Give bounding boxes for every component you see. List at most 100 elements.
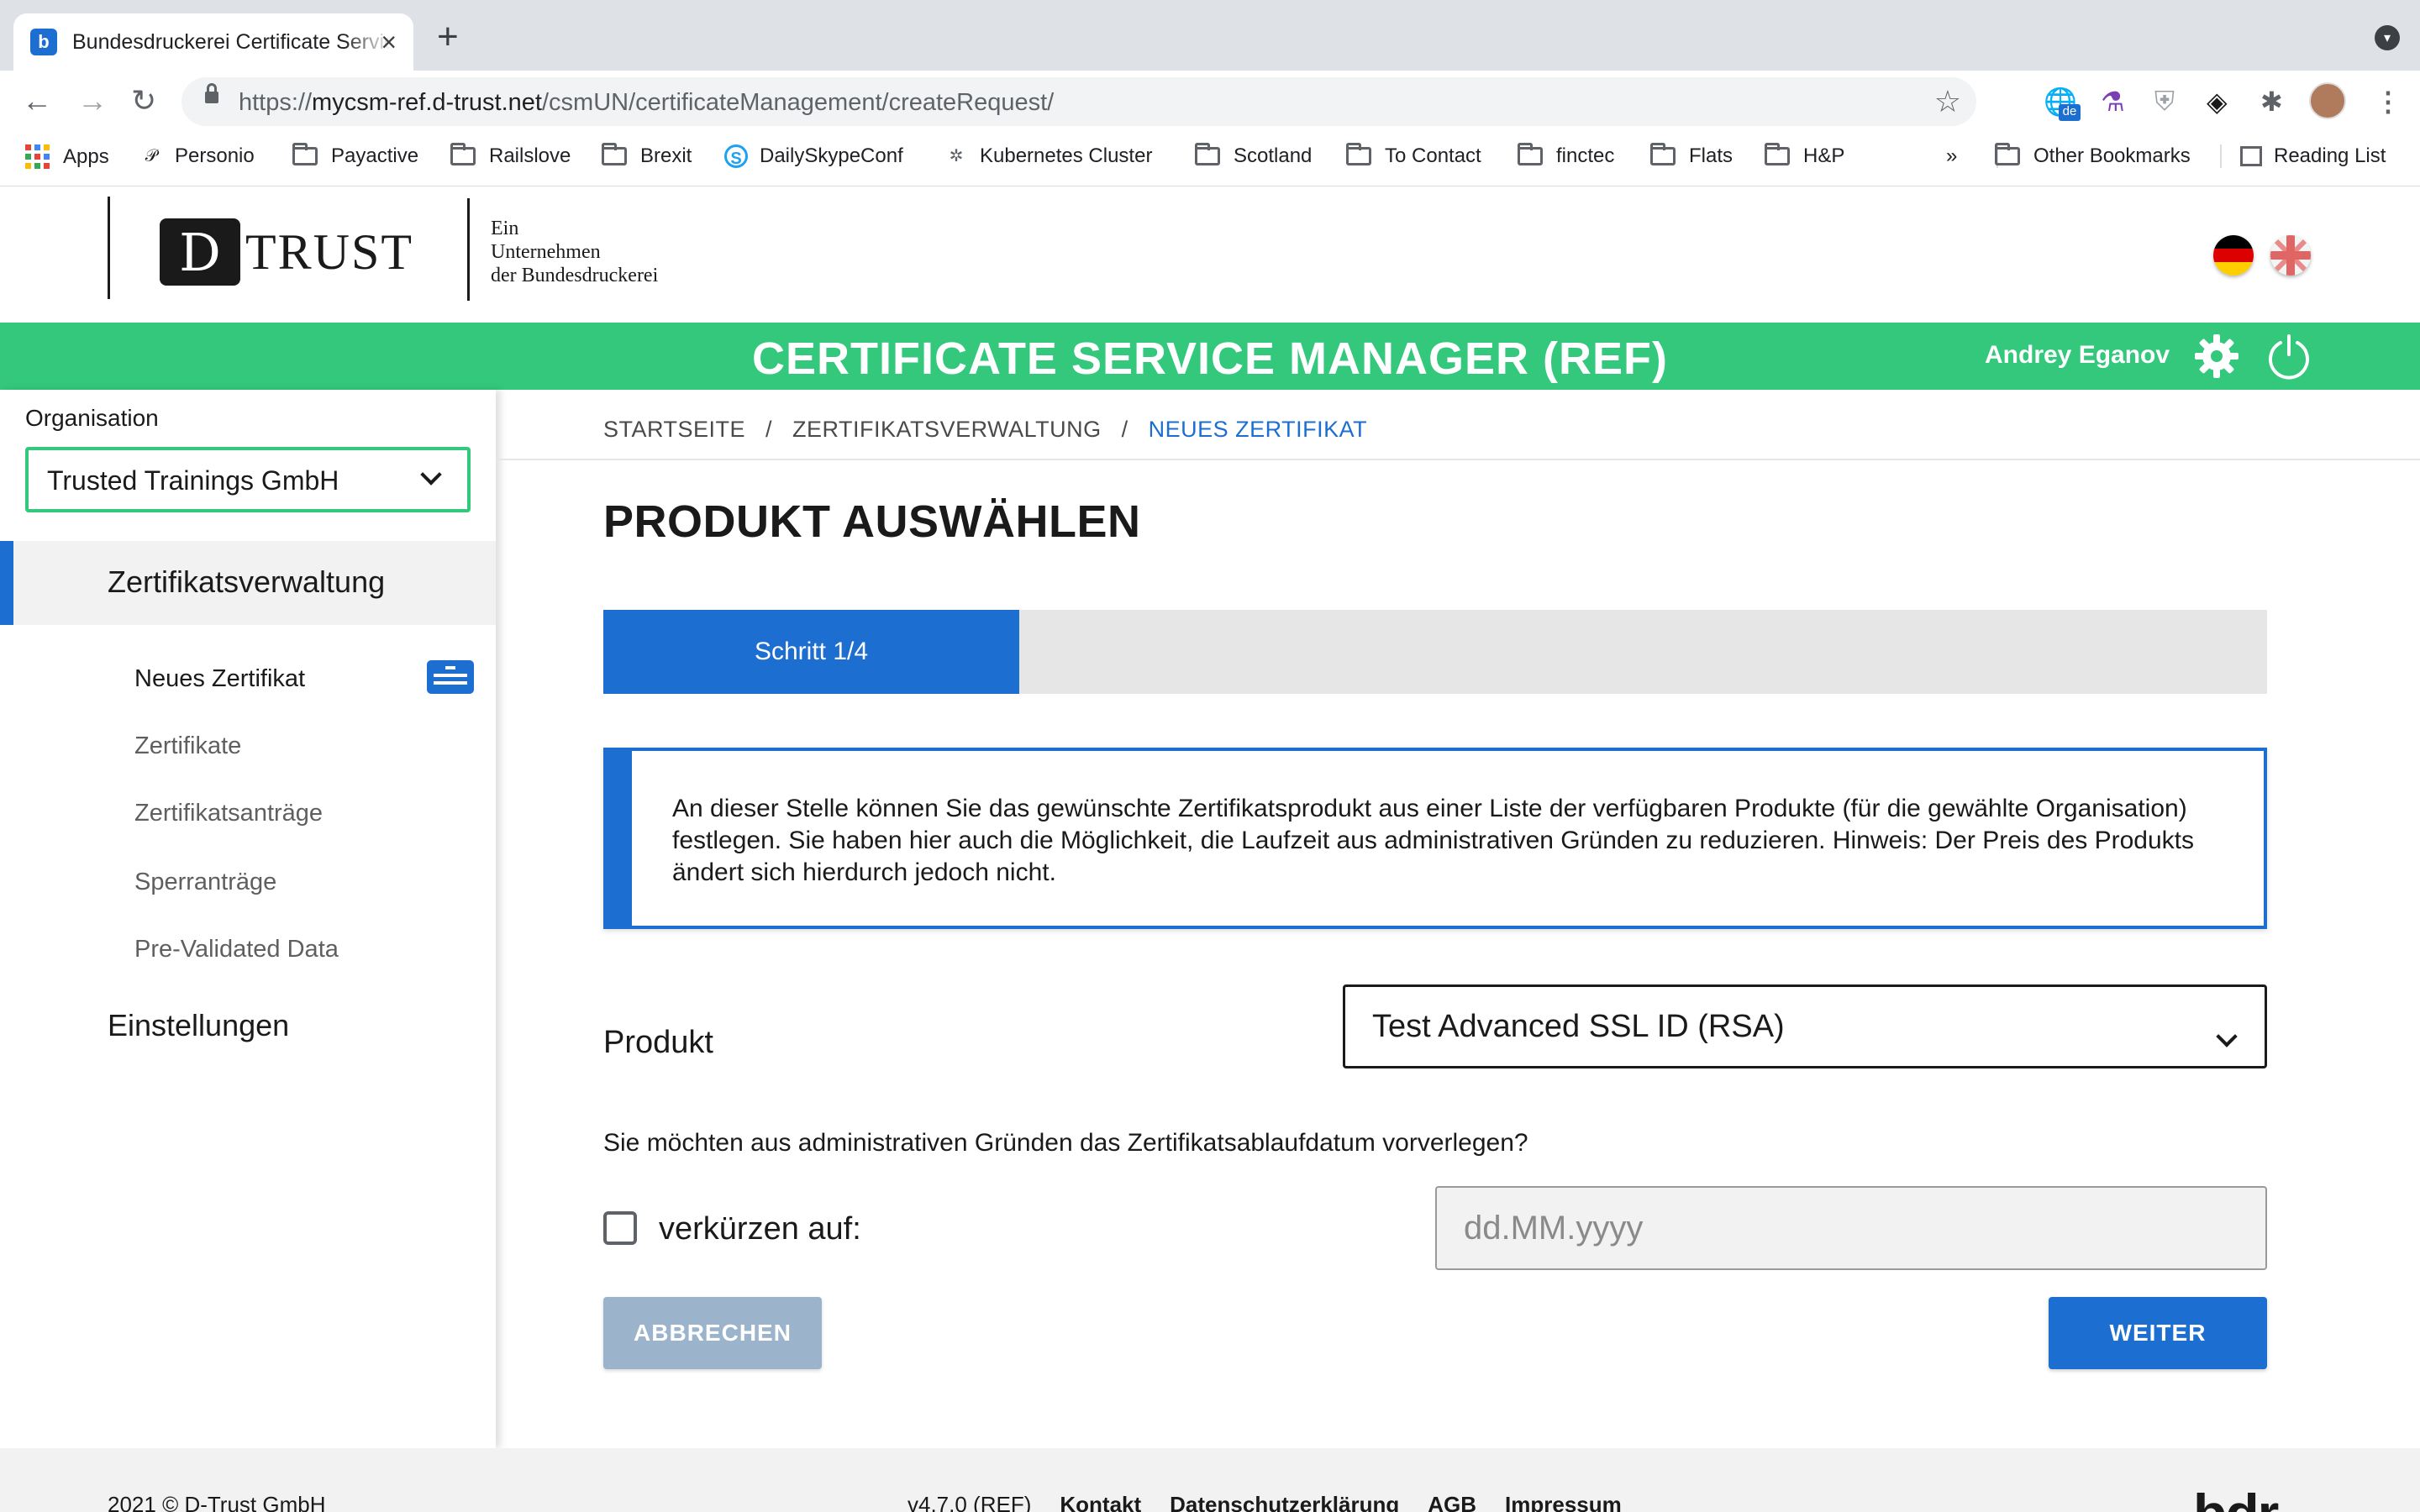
lab-flask-icon[interactable]: ⚗ [2101,86,2125,118]
bookmark-kubernetes-cluster[interactable]: ✲ Kubernetes Cluster [944,144,1153,168]
step-label: Schritt 1/4 [754,638,869,665]
site-header: D TRUST Ein Unternehmen der Bundesdrucke… [0,186,2420,323]
info-text: An dieser Stelle können Sie das gewünsch… [672,795,2194,886]
info-box: An dieser Stelle können Sie das gewünsch… [603,748,2267,929]
footer-link-impressum[interactable]: Impressum [1505,1492,1622,1512]
power-icon[interactable] [2265,333,2312,380]
bookmark-hp[interactable]: H&P [1765,143,1844,168]
breadcrumb-neues-zertifikat: NEUES ZERTIFIKAT [1148,417,1368,442]
apps-grid-icon [25,144,50,169]
browser-tab-strip: b Bundesdruckerei Certificate Service Ma… [0,0,2420,71]
sidebar-item-einstellungen[interactable]: Einstellungen [108,1008,289,1043]
back-icon[interactable]: ← [22,82,52,119]
sidebar-item-pre-validated-data[interactable]: Pre-Validated Data [134,936,339,963]
cancel-button[interactable]: ABBRECHEN [603,1297,822,1369]
sidebar-item-label: Zertifikatsverwaltung [108,564,386,599]
address-bar[interactable]: https://mycsm-ref.d-trust.net/csmUN/cert… [182,77,1976,126]
browser-tab[interactable]: b Bundesdruckerei Certificate Service Ma… [13,13,413,71]
bookmark-apps[interactable]: Apps [25,144,109,169]
shorten-label[interactable]: verkürzen auf: [659,1211,861,1247]
german-flag-icon[interactable] [2213,235,2254,276]
expiry-date-input[interactable] [1435,1186,2267,1270]
page-title: PRODUKT AUSWÄHLEN [603,496,1141,547]
organisation-select[interactable]: Trusted Trainings GmbH [25,447,471,512]
bookmark-star-icon[interactable]: ☆ [1934,84,1961,119]
tab-title: Bundesdruckerei Certificate Service Mana… [72,29,392,54]
tab-search-icon[interactable]: ▾ [2375,25,2400,50]
bookmark-personio[interactable]: 𝒫 Personio [139,144,255,168]
footer-link-agb[interactable]: AGB [1428,1492,1476,1512]
folder-icon [450,143,476,165]
reload-icon[interactable]: ↻ [131,82,156,119]
new-certificate-icon [427,660,474,694]
active-indicator [0,541,13,625]
footer-link-kontakt[interactable]: Kontakt [1060,1492,1141,1512]
close-tab-icon[interactable]: × [381,25,397,59]
sidebar-item-sperrantraege[interactable]: Sperranträge [134,869,276,896]
gear-icon[interactable] [2193,333,2240,380]
uk-flag-icon[interactable] [2270,235,2311,276]
logo-divider [108,197,110,299]
bookmark-brexit[interactable]: Brexit [602,143,692,168]
bookmark-dailyskypeconf[interactable]: S DailySkypeConf [724,144,903,168]
folder-icon [292,143,318,165]
url-text: https://mycsm-ref.d-trust.net/csmUN/cert… [239,89,1055,116]
shorten-checkbox[interactable] [603,1211,637,1245]
bdr-logo: bdr [2193,1482,2279,1512]
footer-link-datenschutz[interactable]: Datenschutzerklärung [1170,1492,1399,1512]
skype-icon: S [724,144,748,168]
folder-icon [1995,143,2020,165]
product-select[interactable]: Test Advanced SSL ID (RSA) [1343,984,2267,1068]
breadcrumb-zertifikatsverwaltung[interactable]: ZERTIFIKATSVERWALTUNG [792,417,1102,442]
sidebar-item-zertifikatsverwaltung[interactable]: Zertifikatsverwaltung [0,541,496,625]
bookmarks-overflow-button[interactable]: » [1946,144,1957,168]
folder-icon [602,143,627,165]
folder-icon [1195,143,1220,165]
version-label: v4.7.0 (REF) [908,1492,1032,1512]
bookmark-finctec[interactable]: finctec [1518,143,1614,168]
organisation-value: Trusted Trainings GmbH [47,465,339,496]
breadcrumb: STARTSEITE / ZERTIFIKATSVERWALTUNG / NEUES Z… [603,417,1367,443]
reading-list-icon [2240,146,2262,166]
extensions-puzzle-icon[interactable]: ✱ [2260,86,2283,118]
reading-list-button[interactable]: Reading List [2220,144,2386,168]
product-label: Produkt [603,1025,713,1060]
bookmark-flats[interactable]: Flats [1650,143,1733,168]
profile-avatar[interactable] [2309,82,2346,119]
bookmark-scotland[interactable]: Scotland [1195,143,1312,168]
new-tab-button[interactable]: + [437,18,459,55]
shield-extension-icon[interactable]: ⛨ [2154,86,2175,118]
kubernetes-icon: ✲ [949,147,964,165]
logo-divider [467,198,470,301]
sidebar-item-neues-zertifikat[interactable]: Neues Zertifikat [134,665,305,693]
browser-menu-icon[interactable]: ⋮ [2375,86,2402,118]
organisation-label: Organisation [25,405,159,431]
folder-icon [1765,143,1790,165]
bookmark-payactive[interactable]: Payactive [292,143,418,168]
bookmarks-bar: Apps 𝒫 Personio Payactive Railslove Brex… [0,131,2420,186]
footer-links: v4.7.0 (REF) Kontakt Datenschutzerklärun… [908,1492,1622,1512]
bookmark-to-contact[interactable]: To Contact [1346,143,1481,168]
breadcrumb-startseite[interactable]: STARTSEITE [603,417,745,442]
bookmark-railslove[interactable]: Railslove [450,143,571,168]
copyright: 2021 © D-Trust GmbH [108,1492,326,1512]
sidebar-item-zertifikatsantraege[interactable]: Zertifikatsanträge [134,800,323,827]
extension-cube-icon[interactable]: ◈ [2207,86,2228,118]
info-accent-bar [607,751,632,926]
d-trust-logo-mark: D [160,218,240,286]
sidebar-item-zertifikate[interactable]: Zertifikate [134,732,241,760]
logo-subtitle: Ein Unternehmen der Bundesdruckerei [491,218,659,286]
translate-lang-badge: de [2059,104,2081,121]
folder-icon [1650,143,1676,165]
chevron-down-icon [420,464,442,486]
page: b Bundesdruckerei Certificate Service Ma… [0,0,2420,1512]
sidebar: Organisation Trusted Trainings GmbH Zert… [0,390,496,1448]
site-favicon-icon: b [30,29,57,55]
user-name[interactable]: Andrey Eganov [1985,341,2170,370]
product-value: Test Advanced SSL ID (RSA) [1372,1009,1785,1044]
personio-icon: 𝒫 [145,147,158,165]
step-progress-bar: Schritt 1/4 [603,610,2267,694]
next-button[interactable]: WEITER [2049,1297,2267,1369]
bookmark-other-bookmarks[interactable]: Other Bookmarks [1995,143,2191,168]
forward-icon[interactable]: → [77,82,108,119]
